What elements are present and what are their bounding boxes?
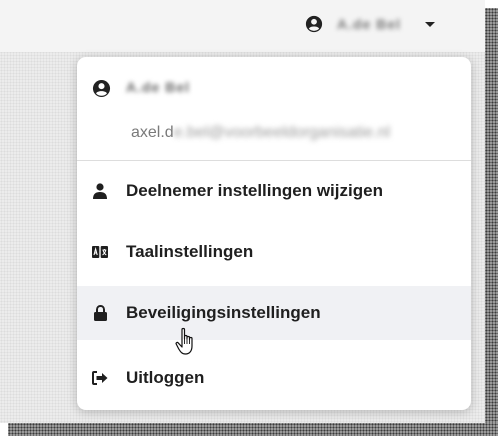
user-dropdown-menu: A.de Bel axel.de.bel@voorbeeldorganisati… xyxy=(77,57,471,410)
top-bar: A.de Bel xyxy=(0,0,485,52)
menu-item-logout[interactable]: Uitloggen xyxy=(77,351,471,405)
menu-item-security-settings[interactable]: Beveiligingsinstellingen xyxy=(77,286,471,340)
menu-divider xyxy=(77,160,471,161)
menu-item-label: Deelnemer instellingen wijzigen xyxy=(126,181,383,200)
sign-out-icon xyxy=(92,370,108,386)
menu-item-label: Taalinstellingen xyxy=(126,242,254,261)
user-name: A.de Bel xyxy=(337,16,402,32)
language-icon xyxy=(92,244,108,260)
lock-icon xyxy=(92,305,108,321)
menu-user-header: A.de Bel axel.de.bel@voorbeeldorganisati… xyxy=(77,57,471,160)
screenshot-edge-shadow xyxy=(8,423,498,436)
menu-item-participant-settings[interactable]: Deelnemer instellingen wijzigen xyxy=(77,164,471,218)
menu-user-name: A.de Bel xyxy=(126,79,191,95)
user-icon xyxy=(92,183,108,199)
screenshot-edge-shadow xyxy=(485,8,498,436)
user-menu-toggle[interactable]: A.de Bel xyxy=(305,10,436,38)
email-visible-part: axel.d xyxy=(131,124,174,141)
caret-down-icon xyxy=(425,22,436,27)
user-circle-icon xyxy=(305,15,323,33)
user-circle-icon xyxy=(92,79,111,98)
menu-user-email: axel.de.bel@voorbeeldorganisatie.nl xyxy=(131,124,390,142)
email-redacted-part: e.bel@voorbeeldorganisatie.nl xyxy=(173,124,391,141)
page-background: A.de Bel A.de Bel axel.de.bel@voorbeeldo… xyxy=(0,0,485,423)
menu-item-language-settings[interactable]: Taalinstellingen xyxy=(77,225,471,279)
menu-item-label: Uitloggen xyxy=(126,368,205,387)
menu-item-label: Beveiligingsinstellingen xyxy=(126,303,321,322)
